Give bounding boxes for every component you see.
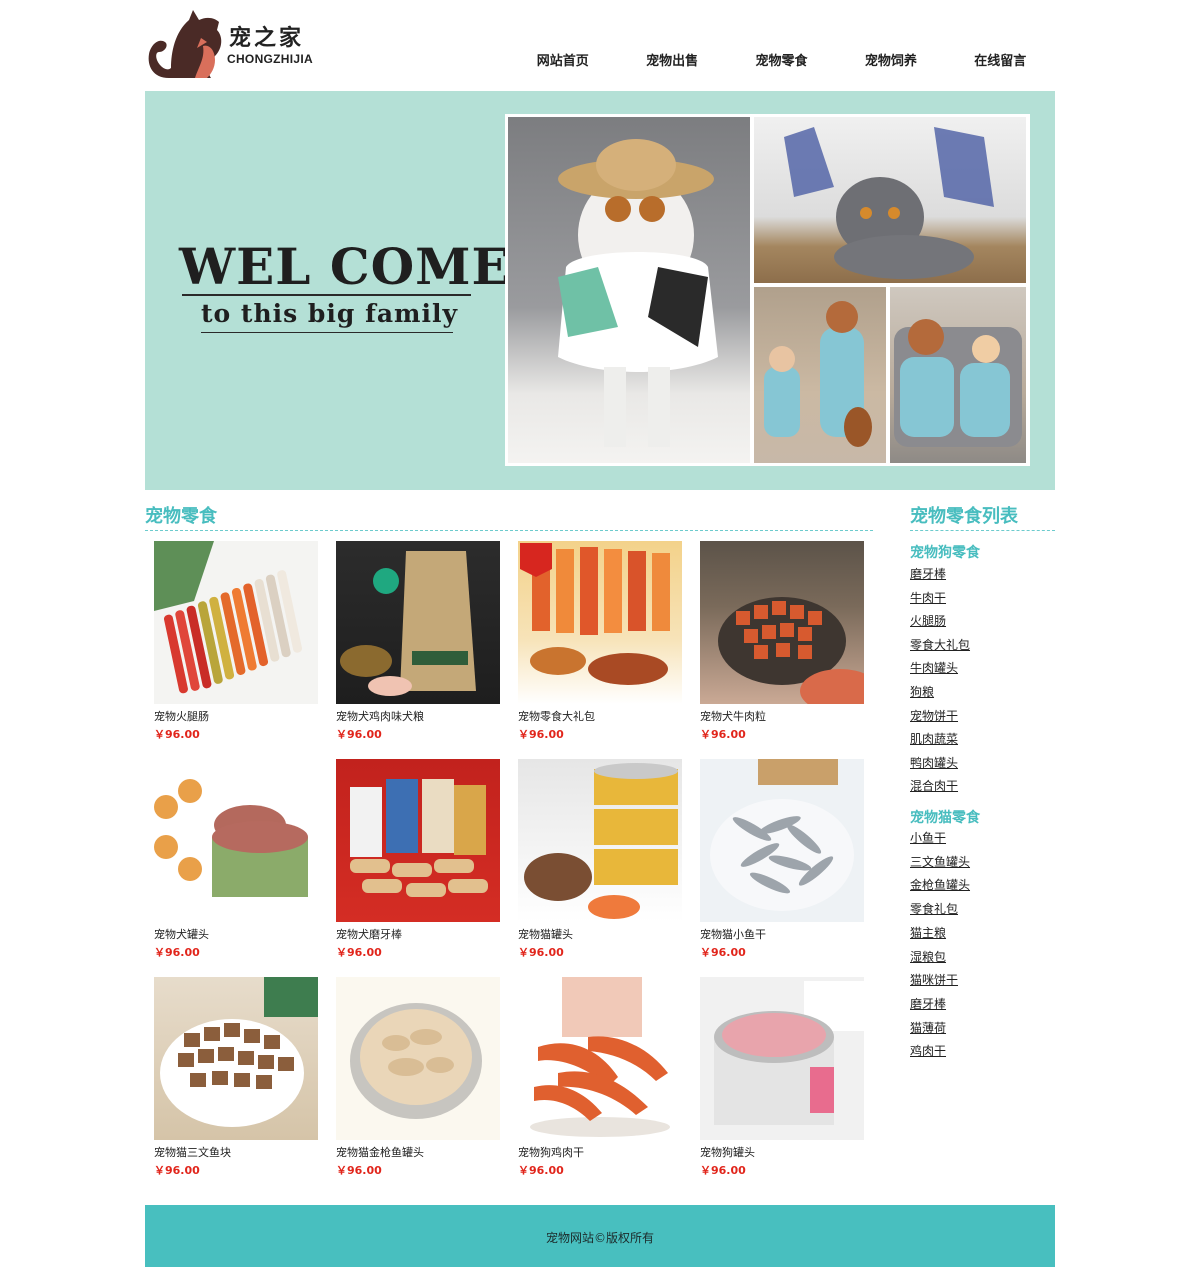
category-title-cat: 宠物猫零食	[910, 810, 980, 826]
product-price: ￥96.00	[154, 946, 200, 959]
cat-dog-logo-icon	[148, 10, 222, 78]
product-card[interactable]: 宠物犬磨牙棒 ￥96.00	[336, 759, 500, 959]
banner-divider	[182, 294, 471, 296]
product-card[interactable]: 宠物犬鸡肉味犬粮 ￥96.00	[336, 541, 500, 741]
category-link[interactable]: 磨牙棒	[910, 995, 946, 1012]
product-price: ￥96.00	[700, 946, 746, 959]
banner-title: WEL COME	[179, 237, 511, 296]
category-link[interactable]: 牛肉干	[910, 589, 946, 606]
product-price: ￥96.00	[518, 1164, 564, 1177]
product-price: ￥96.00	[336, 946, 382, 959]
product-name[interactable]: 宠物犬牛肉粒	[700, 708, 766, 724]
nav-pet-snacks[interactable]: 宠物零食	[727, 50, 836, 69]
product-image-tuna-can[interactable]	[336, 977, 500, 1140]
product-name[interactable]: 宠物犬鸡肉味犬粮	[336, 708, 424, 724]
category-link[interactable]: 猫主粮	[910, 924, 946, 941]
category-link[interactable]: 火腿肠	[910, 612, 946, 629]
product-card[interactable]: 宠物猫三文鱼块 ￥96.00	[154, 977, 318, 1177]
nav-pet-care[interactable]: 宠物饲养	[836, 50, 945, 69]
logo-chinese-text: 宠之家	[229, 25, 305, 51]
section-title: 宠物零食	[145, 506, 217, 527]
section-title-divider	[145, 530, 873, 531]
product-name[interactable]: 宠物狗鸡肉干	[518, 1144, 584, 1160]
product-price: ￥96.00	[700, 1164, 746, 1177]
grey-cat-grooming-glove-photo	[754, 117, 1026, 283]
product-image-snack-gift-pack[interactable]	[518, 541, 682, 704]
product-card[interactable]: 宠物狗鸡肉干 ￥96.00	[518, 977, 682, 1177]
main-nav: 网站首页 宠物出售 宠物零食 宠物饲养 在线留言	[508, 50, 1055, 69]
product-card[interactable]: 宠物火腿肠 ￥96.00	[154, 541, 318, 741]
category-link[interactable]: 猫咪饼干	[910, 971, 958, 988]
product-name[interactable]: 宠物猫罐头	[518, 926, 573, 942]
site-footer: 宠物网站©版权所有	[145, 1205, 1055, 1267]
category-link[interactable]: 牛肉罐头	[910, 659, 958, 676]
nav-pets-for-sale[interactable]: 宠物出售	[617, 50, 726, 69]
category-link[interactable]: 混合肉干	[910, 777, 958, 794]
product-image-beef-cubes[interactable]	[700, 541, 864, 704]
product-price: ￥96.00	[700, 728, 746, 741]
product-card[interactable]: 宠物狗罐头 ￥96.00	[700, 977, 864, 1177]
product-name[interactable]: 宠物猫金枪鱼罐头	[336, 1144, 424, 1160]
category-link[interactable]: 三文鱼罐头	[910, 853, 970, 870]
nav-message-board[interactable]: 在线留言	[946, 50, 1055, 69]
category-link[interactable]: 零食大礼包	[910, 636, 970, 653]
product-name[interactable]: 宠物零食大礼包	[518, 708, 595, 724]
product-image-cat-can[interactable]	[518, 759, 682, 922]
child-with-dog-photo-2	[890, 287, 1026, 463]
category-link[interactable]: 鸡肉干	[910, 1042, 946, 1059]
product-name[interactable]: 宠物火腿肠	[154, 708, 209, 724]
product-name[interactable]: 宠物猫三文鱼块	[154, 1144, 231, 1160]
category-link[interactable]: 鸭肉罐头	[910, 754, 958, 771]
copyright-text: 宠物网站©版权所有	[545, 1231, 654, 1245]
product-card[interactable]: 宠物猫小鱼干 ￥96.00	[700, 759, 864, 959]
site-header: 宠之家 CHONGZHIJIA 网站首页 宠物出售 宠物零食 宠物饲养 在线留言	[145, 0, 1055, 91]
product-image-dental-chews[interactable]	[336, 759, 500, 922]
product-name[interactable]: 宠物狗罐头	[700, 1144, 755, 1160]
category-link[interactable]: 湿粮包	[910, 948, 946, 965]
banner-subtitle: to this big family	[201, 299, 459, 328]
banner-photo-collage	[505, 114, 1030, 466]
product-image-dog-can-pink[interactable]	[700, 977, 864, 1140]
product-image-dried-fish[interactable]	[700, 759, 864, 922]
product-card[interactable]: 宠物犬牛肉粒 ￥96.00	[700, 541, 864, 741]
product-image-sausages[interactable]	[154, 541, 318, 704]
site-logo[interactable]: 宠之家 CHONGZHIJIA	[145, 8, 320, 84]
sidebar-title-divider	[910, 530, 1055, 531]
product-card[interactable]: 宠物犬罐头 ￥96.00	[154, 759, 318, 959]
product-price: ￥96.00	[154, 1164, 200, 1177]
category-link[interactable]: 金枪鱼罐头	[910, 876, 970, 893]
cat-in-hat-photo	[508, 117, 750, 463]
main-content: 宠物零食 宠物火腿肠 ￥96.00 宠物犬鸡肉味犬粮 ￥96.00 宠物零食大礼…	[145, 490, 1055, 1190]
logo-english-text: CHONGZHIJIA	[227, 52, 313, 66]
product-image-salmon-cubes[interactable]	[154, 977, 318, 1140]
category-link[interactable]: 磨牙棒	[910, 565, 946, 582]
product-card[interactable]: 宠物猫金枪鱼罐头 ￥96.00	[336, 977, 500, 1177]
product-image-dog-can[interactable]	[154, 759, 318, 922]
category-link[interactable]: 小鱼干	[910, 829, 946, 846]
category-title-dog: 宠物狗零食	[910, 545, 980, 561]
child-with-dog-photo-1	[754, 287, 886, 463]
banner-underline	[201, 332, 453, 333]
product-name[interactable]: 宠物犬罐头	[154, 926, 209, 942]
product-name[interactable]: 宠物猫小鱼干	[700, 926, 766, 942]
product-price: ￥96.00	[518, 728, 564, 741]
product-card[interactable]: 宠物猫罐头 ￥96.00	[518, 759, 682, 959]
product-price: ￥96.00	[336, 728, 382, 741]
product-price: ￥96.00	[154, 728, 200, 741]
category-link[interactable]: 猫薄荷	[910, 1019, 946, 1036]
welcome-banner: WEL COME to this big family	[145, 91, 1055, 490]
product-image-dog-food-bag[interactable]	[336, 541, 500, 704]
category-link[interactable]: 狗粮	[910, 683, 934, 700]
nav-home[interactable]: 网站首页	[508, 50, 617, 69]
category-link[interactable]: 肌肉蔬菜	[910, 730, 958, 747]
product-price: ￥96.00	[518, 946, 564, 959]
product-name[interactable]: 宠物犬磨牙棒	[336, 926, 402, 942]
sidebar-title: 宠物零食列表	[910, 506, 1018, 527]
product-image-chicken-jerky[interactable]	[518, 977, 682, 1140]
product-card[interactable]: 宠物零食大礼包 ￥96.00	[518, 541, 682, 741]
category-link[interactable]: 宠物饼干	[910, 707, 958, 724]
product-price: ￥96.00	[336, 1164, 382, 1177]
category-link[interactable]: 零食礼包	[910, 900, 958, 917]
